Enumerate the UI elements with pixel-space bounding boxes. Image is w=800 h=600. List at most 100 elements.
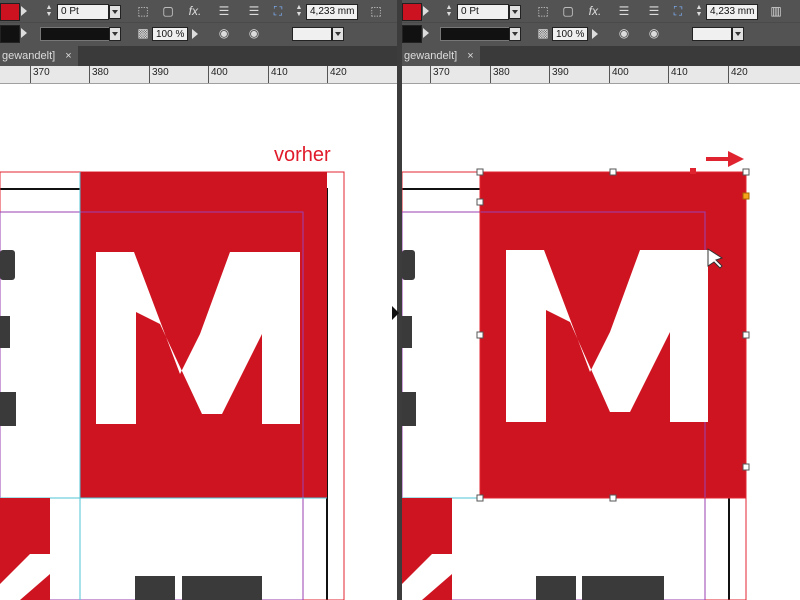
fit-frame-icon[interactable]: ⛶ (670, 3, 686, 19)
ruler-label: 410 (271, 67, 288, 78)
selection-handle[interactable] (476, 168, 484, 176)
distribute-alt-icon[interactable]: ◉ (246, 25, 262, 41)
opacity-arrow-icon[interactable] (592, 29, 598, 39)
effects-fx-icon[interactable]: fx. (185, 3, 205, 19)
selection-handle[interactable] (476, 494, 484, 502)
document-tab[interactable]: gewandelt] × (402, 46, 480, 66)
ruler-tick (268, 66, 269, 83)
opacity-arrow-icon[interactable] (192, 29, 198, 39)
corner-option-handle[interactable] (742, 192, 750, 200)
ruler-tick (30, 66, 31, 83)
fill-swatch-icon[interactable] (0, 3, 20, 21)
ruler-label: 390 (152, 67, 169, 78)
width-field[interactable]: 4,233 mm (306, 4, 358, 20)
fill-swatch-icon[interactable] (402, 3, 422, 21)
stroke-arrow-icon[interactable] (21, 28, 27, 38)
stroke-weight-field[interactable]: 0 Pt (57, 4, 109, 20)
text-wrap-icon[interactable]: ⬚ (368, 3, 384, 19)
toolbar-row-divider (402, 22, 800, 23)
corner-shape-dropdown-icon[interactable] (732, 27, 744, 41)
toolbar-row-divider (0, 22, 397, 23)
selection-handle[interactable] (476, 331, 484, 339)
opacity-field[interactable]: 100 % (152, 27, 188, 41)
ruler-label: 420 (330, 67, 347, 78)
stroke-type-swatch[interactable] (40, 27, 112, 41)
ruler-tick (728, 66, 729, 83)
width-spinner-icon[interactable]: ▲ ▼ (694, 4, 704, 18)
dark-shape (0, 392, 16, 426)
stroke-type-dropdown-icon[interactable] (109, 27, 121, 41)
opacity-icon: ▩ (137, 26, 149, 40)
effects-fx-icon[interactable]: fx. (585, 3, 605, 19)
shadow-icon[interactable]: ▢ (560, 3, 576, 19)
corner-shape-dropdown-icon[interactable] (332, 27, 344, 41)
ruler-tick (208, 66, 209, 83)
fill-arrow-icon[interactable] (21, 6, 27, 16)
stroke-weight-dropdown-icon[interactable] (109, 5, 121, 19)
stroke-weight-spinner-icon[interactable]: ▲ ▼ (44, 4, 54, 18)
distribute-icon[interactable]: ◉ (216, 25, 232, 41)
corner-shape-field[interactable] (292, 27, 332, 41)
stroke-type-dropdown-icon[interactable] (509, 27, 521, 41)
page-artwork (0, 171, 345, 600)
arrow-right-icon (706, 151, 744, 167)
opacity-icon: ▩ (537, 26, 549, 40)
align-right-icon[interactable]: ☰ (246, 3, 262, 19)
ruler-label: 390 (552, 67, 569, 78)
selection-handle[interactable] (742, 331, 750, 339)
selection-handle[interactable] (742, 168, 750, 176)
close-icon[interactable]: × (65, 50, 71, 62)
width-field[interactable]: 4,233 mm (706, 4, 758, 20)
corner-option-handle[interactable] (690, 168, 696, 174)
ruler-tick (149, 66, 150, 83)
selection-handle[interactable] (476, 198, 484, 206)
align-right-icon[interactable]: ☰ (646, 3, 662, 19)
selection-handle[interactable] (609, 494, 617, 502)
document-tab-title: gewandelt] (404, 50, 458, 62)
resize-cursor-icon (392, 306, 399, 320)
ruler-label: 370 (433, 67, 450, 78)
dark-shape (402, 392, 416, 426)
horizontal-ruler: 370 380 390 400 410 420 (402, 66, 800, 84)
ruler-label: 370 (33, 67, 50, 78)
close-icon[interactable]: × (467, 50, 473, 62)
stroke-weight-spinner-icon[interactable]: ▲ ▼ (444, 4, 454, 18)
ruler-tick (668, 66, 669, 83)
document-canvas[interactable]: vorher (0, 84, 397, 600)
ruler-tick (490, 66, 491, 83)
shadow-icon[interactable]: ▢ (160, 3, 176, 19)
align-icon[interactable]: ☰ (216, 3, 232, 19)
document-canvas[interactable] (402, 84, 800, 600)
document-tab[interactable]: gewandelt] × (0, 46, 78, 66)
dark-shape (135, 576, 175, 600)
stroke-swatch-icon[interactable] (402, 25, 422, 43)
dark-shape (0, 250, 15, 280)
ruler-tick (89, 66, 90, 83)
opacity-field[interactable]: 100 % (552, 27, 588, 41)
frame-corner-icon[interactable]: ⬚ (135, 3, 151, 19)
document-tab-title: gewandelt] (2, 50, 56, 62)
align-icon[interactable]: ☰ (616, 3, 632, 19)
stroke-type-swatch[interactable] (440, 27, 512, 41)
right-pane: ▲ ▼ 0 Pt ⬚ ▢ fx. ☰ ☰ ⛶ ▲ ▼ 4,233 mm ▥ ▩ 10… (402, 0, 800, 600)
corner-shape-field[interactable] (692, 27, 732, 41)
fill-arrow-icon[interactable] (423, 6, 429, 16)
width-spinner-icon[interactable]: ▲ ▼ (294, 4, 304, 18)
stroke-swatch-icon[interactable] (0, 25, 20, 43)
fit-frame-icon[interactable]: ⛶ (270, 3, 286, 19)
ruler-label: 380 (92, 67, 109, 78)
stroke-arrow-icon[interactable] (423, 28, 429, 38)
selection-handle[interactable] (609, 168, 617, 176)
frame-corner-icon[interactable]: ⬚ (535, 3, 551, 19)
stroke-weight-dropdown-icon[interactable] (509, 5, 521, 19)
text-wrap-icon[interactable]: ▥ (768, 3, 784, 19)
selection-handle[interactable] (742, 463, 750, 471)
dark-shape (0, 316, 10, 348)
control-panel: ▲ ▼ 0 Pt ⬚ ▢ fx. ☰ ☰ ⛶ ▲ ▼ 4,233 mm ⬚ ▩ 10… (0, 0, 397, 46)
page-artwork (402, 151, 750, 600)
distribute-icon[interactable]: ◉ (616, 25, 632, 41)
dark-shape (536, 576, 576, 600)
dark-shape (402, 250, 415, 280)
stroke-weight-field[interactable]: 0 Pt (457, 4, 509, 20)
distribute-alt-icon[interactable]: ◉ (646, 25, 662, 41)
